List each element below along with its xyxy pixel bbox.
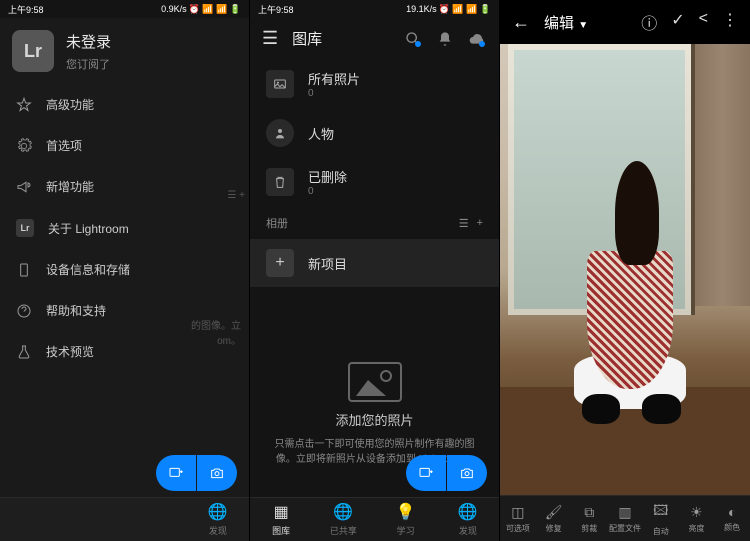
gallery-header: ☰ 图库 bbox=[250, 18, 499, 59]
trash-icon bbox=[266, 168, 294, 196]
status-time: 上午9:58 bbox=[8, 3, 44, 16]
profile-icon: ▥ bbox=[618, 504, 631, 521]
fab-add-photo[interactable] bbox=[406, 455, 446, 491]
plus-icon: + bbox=[266, 249, 294, 277]
crop-icon: ⧉ bbox=[584, 504, 594, 521]
status-bar: 上午9:58 19.1K/s ⏰ 📶 📶 🔋 bbox=[250, 0, 499, 18]
tool-select[interactable]: ◫ 可选项 bbox=[500, 496, 536, 541]
menu-label: 新增功能 bbox=[46, 178, 94, 195]
item-title: 已删除 bbox=[308, 167, 347, 186]
fab-camera[interactable] bbox=[447, 455, 487, 491]
color-icon: ◐ bbox=[728, 504, 736, 520]
fab-camera[interactable] bbox=[197, 455, 237, 491]
status-bar: 上午9:58 0.9K/s ⏰ 📶 📶 🔋 bbox=[0, 0, 249, 18]
tool-heal[interactable]: 🖌 修复 bbox=[536, 496, 572, 541]
edit-title: 编辑 ▼ bbox=[544, 12, 627, 33]
menu-label: 首选项 bbox=[46, 137, 82, 154]
select-icon: ◫ bbox=[511, 504, 524, 521]
cloud-icon[interactable] bbox=[467, 29, 487, 49]
user-name: 未登录 bbox=[66, 31, 111, 52]
grid-icon: ▦ bbox=[274, 502, 289, 522]
nav-discover[interactable]: 🌐 发现 bbox=[187, 498, 249, 541]
screen-gallery: 上午9:58 19.1K/s ⏰ 📶 📶 🔋 ☰ 图库 所有照片 0 人物 bbox=[250, 0, 500, 541]
heal-icon: 🖌 bbox=[545, 504, 563, 521]
empty-title: 添加您的照片 bbox=[335, 410, 413, 429]
gear-icon bbox=[16, 138, 32, 154]
gallery-item-deleted[interactable]: 已删除 0 bbox=[250, 157, 499, 207]
star-icon bbox=[16, 97, 32, 113]
item-title: 人物 bbox=[308, 124, 334, 143]
lightroom-small-icon: Lr bbox=[16, 219, 34, 237]
check-icon[interactable]: ✓ bbox=[671, 10, 684, 34]
gallery-item-people[interactable]: 人物 bbox=[250, 109, 499, 157]
megaphone-icon bbox=[16, 179, 32, 195]
tool-profile[interactable]: ▥ 配置文件 bbox=[607, 496, 643, 541]
gallery-item-all[interactable]: 所有照片 0 bbox=[250, 59, 499, 109]
bottom-nav: ▦ 图库 🌐 已共享 💡 学习 🌐 发现 bbox=[250, 497, 499, 541]
photo-viewport[interactable] bbox=[500, 44, 750, 495]
nav-shared[interactable]: 🌐 已共享 bbox=[312, 498, 374, 541]
add-icon[interactable]: + bbox=[477, 217, 483, 230]
page-title: 图库 bbox=[292, 28, 322, 49]
tool-light[interactable]: ☀ 亮度 bbox=[679, 496, 715, 541]
menu-label: 设备信息和存储 bbox=[46, 261, 130, 278]
globe-icon: 🌐 bbox=[208, 502, 228, 522]
help-icon[interactable]: ⓘ bbox=[641, 10, 657, 34]
bell-icon[interactable] bbox=[435, 29, 455, 49]
status-icons: 19.1K/s ⏰ 📶 📶 🔋 bbox=[406, 4, 491, 15]
fab-row bbox=[406, 455, 487, 491]
menu-label: 帮助和支持 bbox=[46, 302, 106, 319]
screen-editor: ← 编辑 ▼ ⓘ ✓ < ⋮ ◫ 可选项 🖌 bbox=[500, 0, 750, 541]
album-header: 相册 ☰ + bbox=[250, 207, 499, 239]
flask-icon bbox=[16, 344, 32, 360]
fab-add-photo[interactable] bbox=[156, 455, 196, 491]
album-header-label: 相册 bbox=[266, 215, 288, 231]
edit-header: ← 编辑 ▼ ⓘ ✓ < ⋮ bbox=[500, 0, 750, 44]
photos-icon bbox=[266, 70, 294, 98]
tool-color[interactable]: ◐ 颜色 bbox=[714, 496, 750, 541]
bottom-nav: 🌐 发现 bbox=[0, 497, 249, 541]
search-icon[interactable] bbox=[403, 29, 423, 49]
sort-icon[interactable]: ☰ bbox=[459, 217, 469, 230]
screen-drawer: 上午9:58 0.9K/s ⏰ 📶 📶 🔋 Lr 未登录 您订阅了 高级功能 首… bbox=[0, 0, 250, 541]
add-album-row[interactable]: + 新项目 bbox=[250, 239, 499, 287]
photo-content bbox=[500, 44, 750, 495]
partial-background-text: ☰ + 的图像。立 om。 bbox=[169, 50, 249, 497]
item-count: 0 bbox=[308, 88, 360, 99]
menu-label: 高级功能 bbox=[46, 96, 94, 113]
light-icon: ☀ bbox=[690, 504, 703, 521]
status-icons: 0.9K/s ⏰ 📶 📶 🔋 bbox=[161, 4, 241, 15]
edit-toolbar: ◫ 可选项 🖌 修复 ⧉ 剪裁 ▥ 配置文件 🖾 自动 ☀ 亮度 ◐ 颜色 bbox=[500, 495, 750, 541]
menu-label: 技术预览 bbox=[46, 343, 94, 360]
status-time: 上午9:58 bbox=[258, 3, 294, 16]
globe-icon: 🌐 bbox=[458, 502, 478, 522]
more-icon[interactable]: ⋮ bbox=[722, 10, 738, 34]
tool-crop[interactable]: ⧉ 剪裁 bbox=[571, 496, 607, 541]
item-title: 所有照片 bbox=[308, 69, 360, 88]
bulb-icon: 💡 bbox=[396, 502, 416, 522]
phone-icon bbox=[16, 262, 32, 278]
back-arrow-icon[interactable]: ← bbox=[512, 12, 530, 33]
user-subscription: 您订阅了 bbox=[66, 56, 111, 72]
lightroom-logo: Lr bbox=[12, 30, 54, 72]
tool-auto[interactable]: 🖾 自动 bbox=[643, 496, 679, 541]
add-album-label: 新项目 bbox=[308, 254, 347, 273]
nav-learn[interactable]: 💡 学习 bbox=[375, 498, 437, 541]
item-count: 0 bbox=[308, 186, 347, 197]
fab-row bbox=[156, 455, 237, 491]
question-icon bbox=[16, 303, 32, 319]
person-icon bbox=[266, 119, 294, 147]
hamburger-icon[interactable]: ☰ bbox=[262, 28, 278, 49]
share-icon[interactable]: < bbox=[699, 10, 708, 34]
menu-label: 关于 Lightroom bbox=[48, 220, 129, 237]
nav-gallery[interactable]: ▦ 图库 bbox=[250, 498, 312, 541]
auto-icon: 🖾 bbox=[653, 500, 668, 524]
globe-icon: 🌐 bbox=[333, 502, 353, 522]
nav-discover[interactable]: 🌐 发现 bbox=[437, 498, 499, 541]
image-placeholder-icon bbox=[348, 362, 402, 402]
